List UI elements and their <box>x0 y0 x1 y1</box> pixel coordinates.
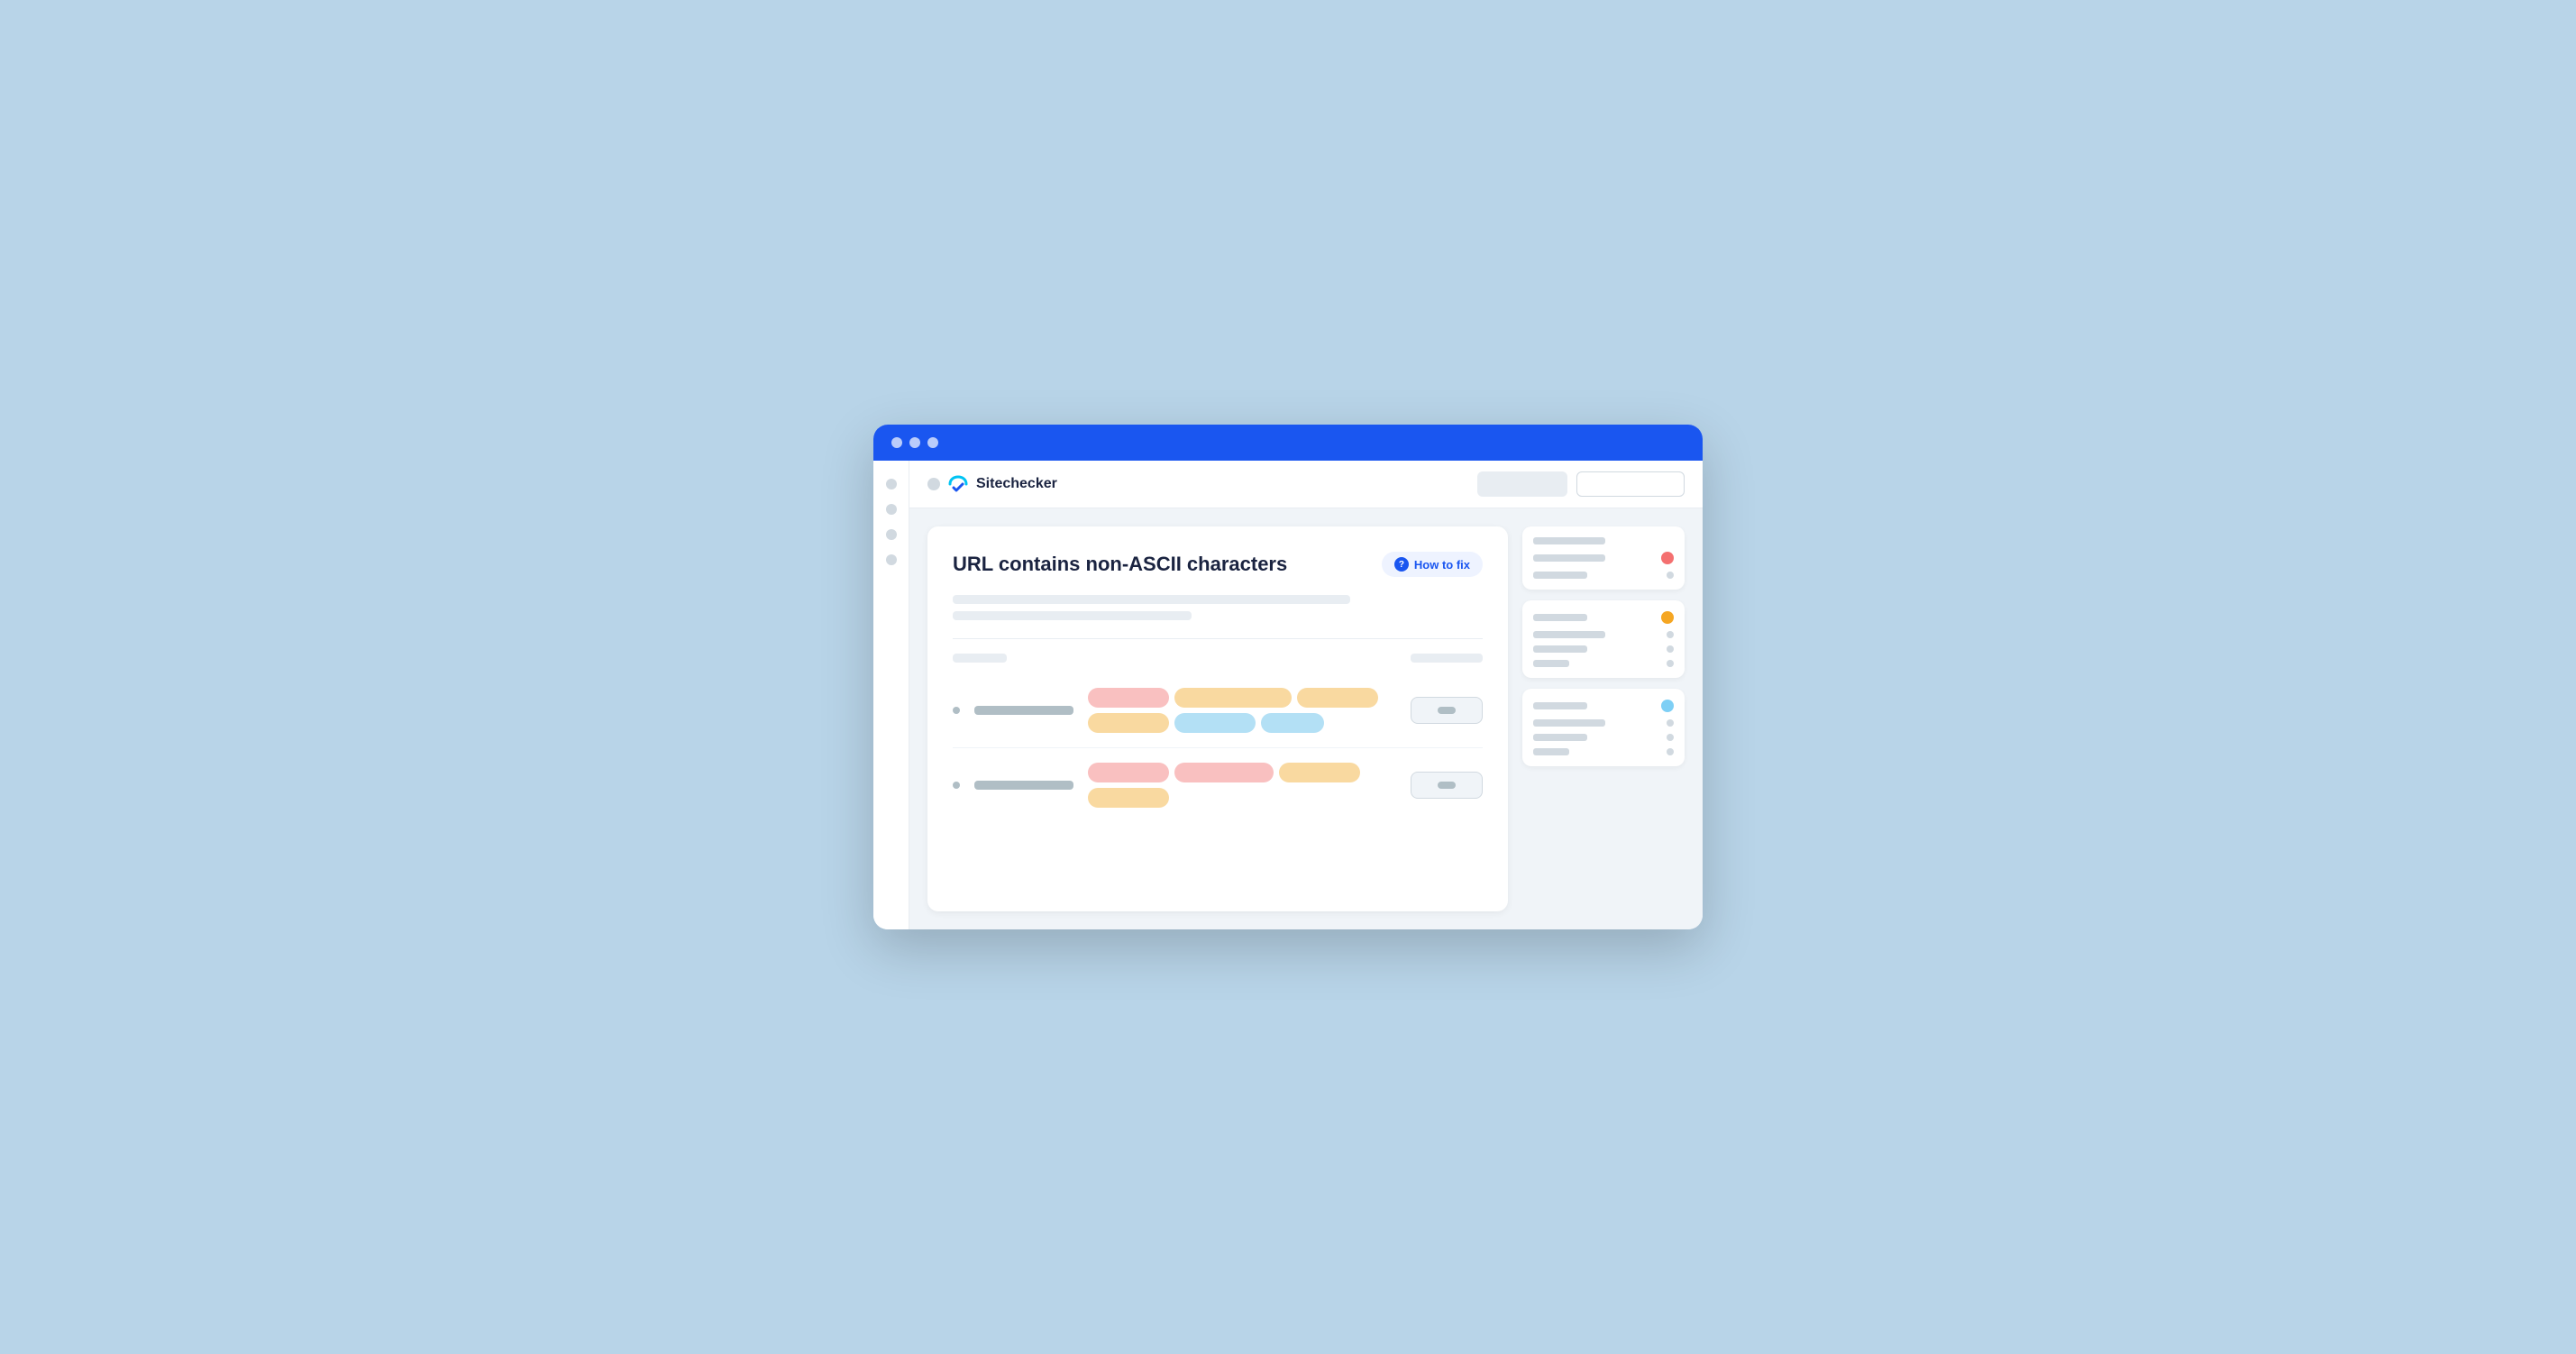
panel-dot-small-3 <box>1667 645 1674 653</box>
panel-label-3-1 <box>1533 702 1587 709</box>
table-header-2 <box>1411 654 1483 663</box>
logo-circle <box>927 478 940 490</box>
tag-pink-3 <box>1174 763 1274 782</box>
panel-row-1-3 <box>1533 572 1674 579</box>
tag-pink-2 <box>1088 763 1169 782</box>
header-button-2[interactable] <box>1576 471 1685 497</box>
tag-orange-5 <box>1088 788 1169 808</box>
tags-area-2 <box>1088 763 1396 808</box>
panel-label-1-2 <box>1533 554 1605 562</box>
panel-label-1-1 <box>1533 537 1605 544</box>
traffic-light-1 <box>891 437 902 448</box>
header-button-1[interactable] <box>1477 471 1567 497</box>
tag-orange-2 <box>1297 688 1378 708</box>
main-area: Sitechecker URL contains non-ASCII chara… <box>909 461 1703 929</box>
panel-section-3 <box>1522 689 1685 766</box>
panel-dot-small-7 <box>1667 748 1674 755</box>
table-row <box>953 673 1483 748</box>
panel-dot-blue <box>1661 700 1674 712</box>
sidebar-nav-item-3[interactable] <box>886 529 897 540</box>
sidebar-nav <box>873 461 909 929</box>
logo-area: Sitechecker <box>927 475 1057 493</box>
skeleton-line-1 <box>953 595 1350 604</box>
panel-label-3-4 <box>1533 748 1569 755</box>
row-indicator-1 <box>953 707 960 714</box>
panel-dot-orange <box>1661 611 1674 624</box>
traffic-light-3 <box>927 437 938 448</box>
panel-row-2-1 <box>1533 611 1674 624</box>
right-panel <box>1522 526 1685 911</box>
panel-dot-small-4 <box>1667 660 1674 667</box>
how-to-fix-button[interactable]: ? How to fix <box>1382 552 1483 577</box>
panel-row-3-4 <box>1533 748 1674 755</box>
panel-row-3-3 <box>1533 734 1674 741</box>
how-to-fix-label: How to fix <box>1414 558 1470 572</box>
panel-label-2-2 <box>1533 631 1605 638</box>
panel-dot-red <box>1661 552 1674 564</box>
browser-content: Sitechecker URL contains non-ASCII chara… <box>873 461 1703 929</box>
header-buttons <box>1477 471 1685 497</box>
panel-section-1 <box>1522 526 1685 590</box>
browser-titlebar <box>873 425 1703 461</box>
panel-row-2-3 <box>1533 645 1674 653</box>
panel-row-2-4 <box>1533 660 1674 667</box>
panel-row-2-2 <box>1533 631 1674 638</box>
tag-pink-1 <box>1088 688 1169 708</box>
panel-dot-small-2 <box>1667 631 1674 638</box>
logo-text: Sitechecker <box>976 476 1057 492</box>
tag-blue-1 <box>1174 713 1256 733</box>
panel-row-1-1 <box>1533 537 1674 544</box>
panel-section-2 <box>1522 600 1685 678</box>
tag-blue-2 <box>1261 713 1324 733</box>
card-title: URL contains non-ASCII characters <box>953 553 1287 576</box>
panel-label-1-3 <box>1533 572 1587 579</box>
sidebar-nav-item-1[interactable] <box>886 479 897 489</box>
panel-dot-small-1 <box>1667 572 1674 579</box>
sidebar-nav-item-2[interactable] <box>886 504 897 515</box>
tags-area-1 <box>1088 688 1396 733</box>
tag-orange-4 <box>1279 763 1360 782</box>
browser-window: Sitechecker URL contains non-ASCII chara… <box>873 425 1703 929</box>
traffic-light-2 <box>909 437 920 448</box>
tag-orange-3 <box>1088 713 1169 733</box>
table-header-1 <box>953 654 1007 663</box>
row-label-2 <box>974 781 1073 790</box>
action-button-1[interactable] <box>1411 697 1483 724</box>
action-button-2[interactable] <box>1411 772 1483 799</box>
panel-dot-small-5 <box>1667 719 1674 727</box>
header-bar: Sitechecker <box>909 461 1703 508</box>
skeleton-line-2 <box>953 611 1192 620</box>
how-to-fix-icon: ? <box>1394 557 1409 572</box>
panel-label-3-2 <box>1533 719 1605 727</box>
panel-row-3-1 <box>1533 700 1674 712</box>
main-card: URL contains non-ASCII characters ? How … <box>927 526 1508 911</box>
panel-label-2-1 <box>1533 614 1587 621</box>
table-row-2 <box>953 748 1483 822</box>
row-indicator-2 <box>953 782 960 789</box>
sidebar-nav-item-4[interactable] <box>886 554 897 565</box>
card-header: URL contains non-ASCII characters ? How … <box>953 552 1483 577</box>
panel-label-2-3 <box>1533 645 1587 653</box>
action-btn-dot-2 <box>1438 782 1456 789</box>
tag-orange-1 <box>1174 688 1292 708</box>
divider-1 <box>953 638 1483 639</box>
panel-dot-small-6 <box>1667 734 1674 741</box>
panel-row-1-2 <box>1533 552 1674 564</box>
row-label-1 <box>974 706 1073 715</box>
logo-icon <box>947 475 969 493</box>
panel-label-2-4 <box>1533 660 1569 667</box>
action-btn-dot-1 <box>1438 707 1456 714</box>
content-wrapper: URL contains non-ASCII characters ? How … <box>909 508 1703 929</box>
panel-row-3-2 <box>1533 719 1674 727</box>
table-section <box>953 673 1483 822</box>
panel-label-3-3 <box>1533 734 1587 741</box>
